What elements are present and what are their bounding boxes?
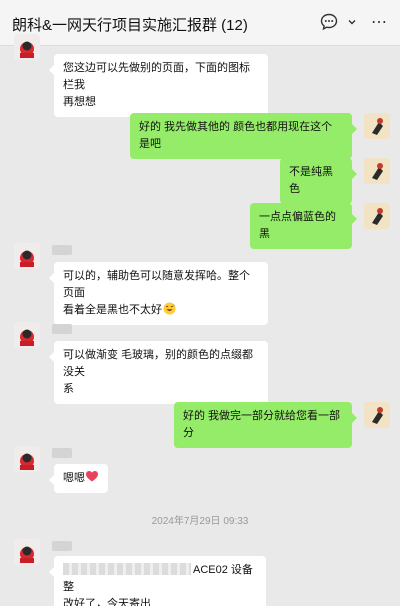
message-timestamp: 2024年7月29日 09:33 [151,516,249,527]
message-bubble[interactable]: 好的 我先做其他的 颜色也都用现在这个是吧 [130,113,357,159]
avatar[interactable] [14,446,40,472]
chevron-down-icon[interactable] [347,17,357,27]
avatar-image [14,243,40,269]
self-avatar[interactable] [364,203,390,229]
message-text: 好的 我先做其他的 颜色也都用现在这个是吧 [139,121,333,150]
message-text: 好的 我做完一部分就给您看一部分 [183,410,341,439]
message-line: 再想想 [63,96,96,108]
message-line: ACE02 设备整 [63,563,253,593]
header-actions: ⋯ [319,12,388,32]
chat-header: 朗科&一网天行项目实施汇报群 (12) ⋯ [0,0,400,46]
avatar[interactable] [14,322,40,348]
avatar[interactable] [14,539,40,565]
avatar-image [14,34,40,60]
message-line: 系 [63,383,74,395]
avatar-image [364,402,390,428]
redacted-text [63,563,191,575]
message-bubble[interactable]: 您这边可以先做别的页面，下面的图标栏我 再想想 [49,54,268,117]
sender-name [52,324,72,334]
avatar[interactable] [14,243,40,269]
message-line: 可以做渐变 毛玻璃，别的颜色的点缀都没关 [63,349,254,378]
message-bubble[interactable]: 不是纯黑色 [280,158,357,204]
group-title: 朗科&一网天行项目实施汇报群 (12) [12,17,248,34]
message-bubble[interactable]: 好的 我做完一部分就给您看一部分 [174,402,357,448]
grinning-sweat-emoji [163,302,176,315]
avatar-image [364,158,390,184]
self-avatar[interactable] [364,113,390,139]
avatar-image [14,322,40,348]
message-text: 一点点偏蓝色的黑 [259,211,336,240]
message-bubble[interactable]: 一点点偏蓝色的黑 [250,203,357,249]
message-bubble[interactable]: 可以做渐变 毛玻璃，别的颜色的点缀都没关 系 [49,341,268,404]
avatar-image [14,539,40,565]
message-list[interactable]: 您这边可以先做别的页面，下面的图标栏我 再想想 好的 我先做其他的 颜色也都用现… [0,34,400,606]
more-icon[interactable]: ⋯ [371,12,388,32]
message-line: 看着全是黑也不太好 [63,302,259,319]
avatar[interactable] [14,34,40,60]
message-text: 不是纯黑色 [289,166,333,195]
heart-emoji [86,471,98,482]
message-text: 嗯嗯 [63,470,99,487]
self-avatar[interactable] [364,158,390,184]
message-line: 可以的，辅助色可以随意发挥哈。整个页面 [63,270,250,299]
sender-name [52,245,72,255]
message-line: 改好了，今天寄出 [63,598,151,606]
avatar-image [364,113,390,139]
message-bubble[interactable]: 嗯嗯 [49,464,108,493]
sender-name [52,541,72,551]
message-bubble[interactable]: ACE02 设备整 改好了，今天寄出 [49,556,266,606]
message-bubble[interactable]: 可以的，辅助色可以随意发挥哈。整个页面 看着全是黑也不太好 [49,262,268,325]
avatar-image [14,446,40,472]
chat-bubble-icon[interactable] [319,12,339,32]
message-line: 您这边可以先做别的页面，下面的图标栏我 [63,62,250,91]
self-avatar[interactable] [364,402,390,428]
avatar-image [364,203,390,229]
sender-name [52,448,72,458]
